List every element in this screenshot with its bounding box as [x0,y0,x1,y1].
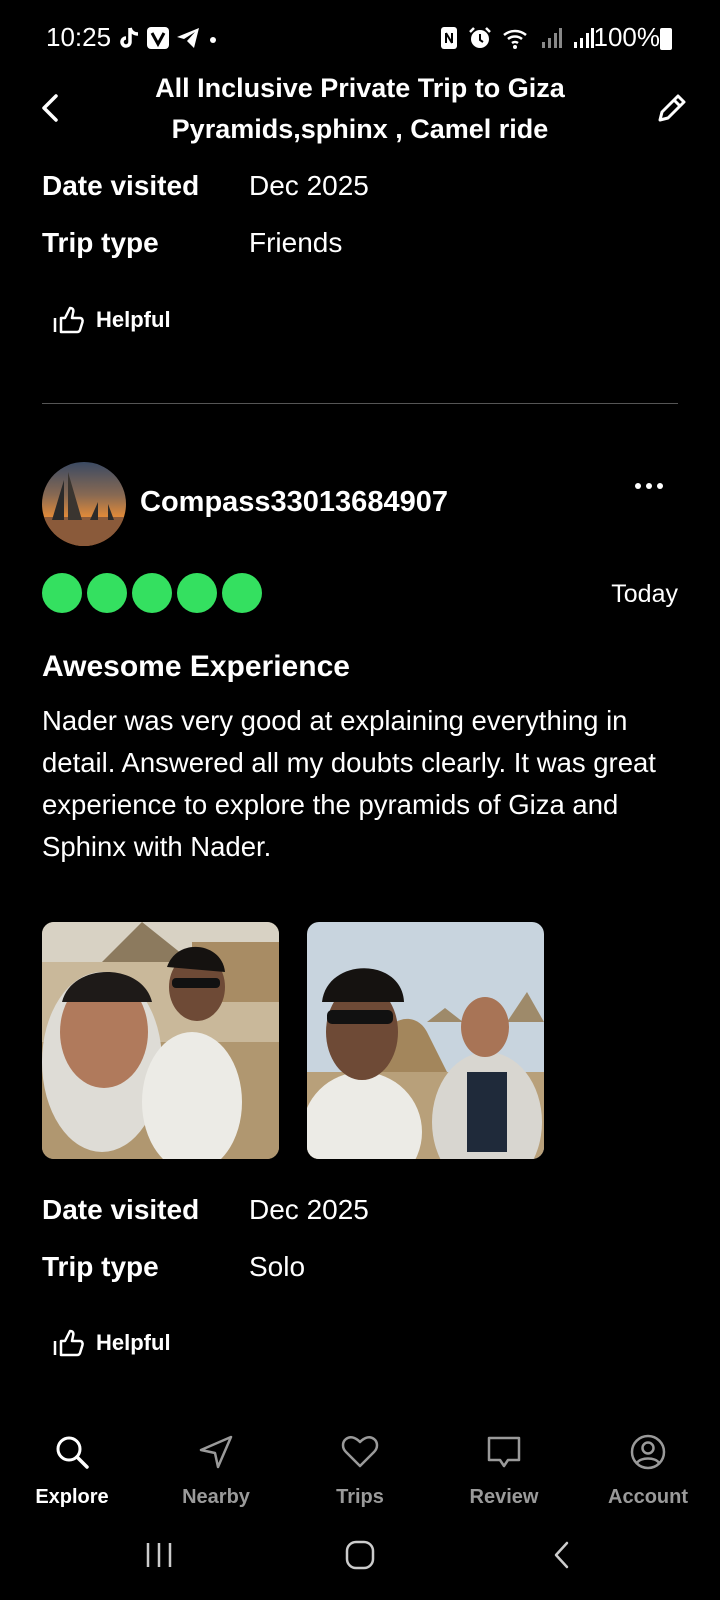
back-icon [554,1541,569,1569]
system-back-button[interactable] [550,1540,574,1570]
rating-bubble [132,573,172,613]
nav-label: Explore [35,1486,109,1508]
nav-label: Nearby [182,1486,250,1508]
status-time: 10:25 [46,22,112,52]
signal-icon [542,28,562,48]
battery-percent: 100% [593,22,661,52]
v-app-icon [147,27,169,49]
trip-type-value: Friends [249,227,343,258]
divider [42,403,678,404]
edit-button[interactable] [654,90,690,126]
nav-label: Account [608,1486,688,1508]
photo-selfie-sphinx [307,922,544,1159]
date-visited-value: Dec 2025 [249,1194,369,1225]
photo-selfie-pyramid [42,922,279,1159]
sailboat-image [42,472,126,546]
review-date: Today [611,580,678,608]
helpful-label: Helpful [96,1330,171,1355]
more-options-button[interactable] [634,478,664,494]
nav-trips[interactable]: Trips [288,1432,432,1509]
speech-bubble-icon [487,1436,521,1468]
reviewer-username[interactable]: Compass33013684907 [140,486,448,519]
battery-icon [660,28,672,50]
rating-bubble [177,573,217,613]
chevron-left-icon [42,94,58,122]
home-icon [345,1540,375,1570]
alarm-icon [469,27,491,48]
nav-review[interactable]: Review [432,1432,576,1509]
nav-account[interactable]: Account [576,1432,720,1509]
dot-icon [210,37,216,43]
page-title: All Inclusive Private Trip to Giza Pyram… [155,73,565,144]
back-button[interactable] [34,88,70,128]
trip-type-label: Trip type [42,1251,159,1282]
search-icon [56,1436,89,1469]
avatar[interactable] [42,462,126,546]
status-left-icons [118,26,220,50]
helpful-label: Helpful [96,307,171,332]
thumbs-up-icon [53,306,84,334]
trip-type-value: Solo [249,1251,306,1282]
nav-label: Review [469,1486,539,1508]
date-visited-label: Date visited [42,170,200,201]
recent-apps-icon [146,1543,172,1567]
home-button[interactable] [344,1540,376,1570]
trip-type-label: Trip type [42,227,159,258]
rating-bubble [222,573,262,613]
date-visited-value: Dec 2025 [249,170,369,201]
rating-bubbles [42,573,262,613]
date-visited-label: Date visited [42,1194,200,1225]
review-photo[interactable] [307,922,544,1159]
nav-label: Trips [336,1486,384,1508]
review-body: Nader was very good at explaining everyt… [42,705,656,862]
review-photo[interactable] [42,922,279,1159]
user-circle-icon [630,1434,666,1470]
ellipsis-icon [635,483,663,489]
review-title: Awesome Experience [42,650,350,683]
status-right-icons [440,26,594,50]
heart-icon [341,1436,379,1468]
rating-bubble [87,573,127,613]
nav-explore[interactable]: Explore [0,1432,144,1509]
rating-bubble [42,573,82,613]
signal-icon [574,28,594,48]
tiktok-icon [120,27,139,48]
pencil-icon [658,94,686,122]
nav-nearby[interactable]: Nearby [144,1432,288,1509]
helpful-button[interactable]: Helpful [52,1329,171,1357]
nfc-icon [441,27,457,49]
thumbs-up-icon [53,1329,84,1357]
navigation-arrow-icon [199,1435,233,1469]
helpful-button[interactable]: Helpful [52,306,171,334]
recent-apps-button[interactable] [143,1540,175,1570]
wifi-icon [503,29,527,49]
telegram-icon [177,28,199,48]
